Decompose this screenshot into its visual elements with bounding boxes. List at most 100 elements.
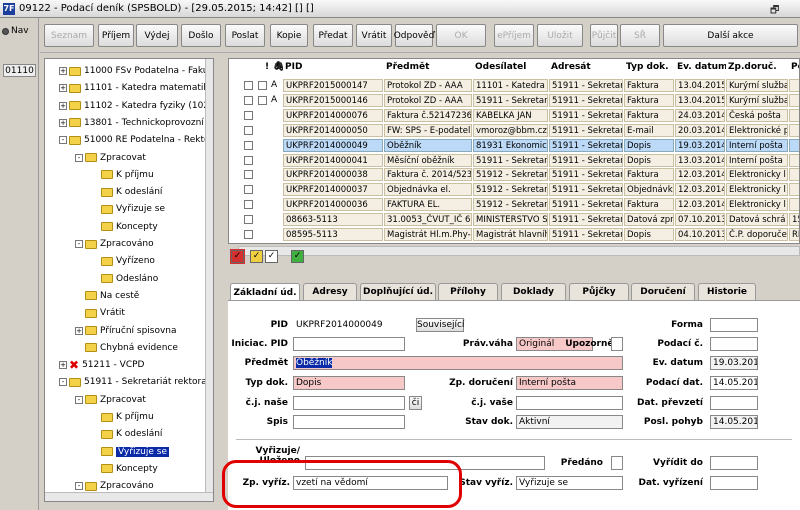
row-checkbox[interactable] [244, 200, 253, 210]
grid-header-7[interactable]: Ev. datum [675, 59, 728, 76]
tab-0[interactable]: Základní úd. [230, 283, 300, 301]
tree-node[interactable]: + Příruční spisovna [75, 324, 177, 338]
row-checkbox[interactable] [244, 95, 253, 105]
tab-1[interactable]: Adresy [303, 283, 357, 300]
vyrizuje-field[interactable] [305, 456, 545, 470]
ci-button[interactable]: či [409, 396, 422, 410]
tree-node[interactable]: Na cestě [75, 289, 139, 303]
section-tag[interactable]: 01110 [3, 64, 36, 77]
nav-radio[interactable]: Nav [2, 26, 29, 36]
row-checkbox[interactable] [244, 185, 253, 195]
upozorneni-checkbox[interactable] [611, 337, 623, 351]
expand-icon[interactable]: + [75, 326, 83, 335]
collapse-icon[interactable]: - [75, 482, 83, 491]
cjnase-field[interactable] [293, 396, 405, 410]
tree-node[interactable]: Vyřizuje se [91, 202, 165, 216]
toolbar-button-2[interactable]: Výdej [136, 24, 178, 47]
toolbar-button-13[interactable]: SŘ [620, 24, 660, 47]
table-row[interactable]: A UKPRF2015000146 Protokol ZD - AAA 51911 -… [229, 93, 799, 108]
row-checkbox[interactable] [244, 215, 253, 225]
table-row[interactable]: A UKPRF2015000147 Protokol ZD - AAA 11101 -… [229, 79, 799, 93]
toolbar-button-10[interactable]: ePříjem [494, 24, 534, 47]
grid-horizontal-scrollbar[interactable] [238, 246, 800, 256]
tree-node[interactable]: K odeslání [91, 427, 162, 441]
datprev-field[interactable] [710, 396, 758, 410]
collapse-icon[interactable]: - [59, 136, 67, 145]
table-row[interactable]: UKPRF2014000050 FW: SPS - E-podatelna vmor… [229, 123, 799, 138]
toolbar-button-12[interactable]: Půjčit [590, 24, 618, 47]
tree-node[interactable]: Vrátit [75, 306, 125, 320]
filter-box-3[interactable]: ✓ [291, 250, 304, 263]
table-row[interactable]: 08663-5113 31.0053_ČVUT_IČ 684 MINISTERSTV… [229, 213, 799, 227]
toolbar-button-7[interactable]: Vrátit [356, 24, 392, 47]
tree-node[interactable]: K odeslání [91, 185, 162, 199]
grid-header-6[interactable]: Typ dok. [624, 59, 669, 76]
tree-node[interactable]: K příjmu [91, 168, 154, 182]
tree-node[interactable]: +11000 FSv Podatelna - Fakulta s [59, 64, 213, 78]
tree-node[interactable]: +13801 - Technickoprovozní služ [59, 116, 213, 130]
tree-vertical-scrollbar[interactable] [205, 59, 213, 501]
typdok-field[interactable]: Dopis [293, 376, 405, 390]
tree-node[interactable]: Odesláno [91, 272, 158, 286]
vyriditdo-field[interactable] [710, 456, 758, 470]
collapse-icon[interactable]: - [75, 240, 83, 248]
toolbar-button-14[interactable]: Další akce [663, 24, 798, 47]
tree-node[interactable]: Chybná evidence [75, 341, 178, 355]
toolbar-button-9[interactable]: OK [436, 24, 486, 47]
filter-box-1[interactable]: ✓ [250, 250, 263, 263]
table-row[interactable]: 08595-5113Magistrát Hl.m.Phy-.MaMagistrá… [229, 228, 799, 242]
expand-icon[interactable]: + [59, 101, 67, 110]
tree-node[interactable]: +11101 - Katedra matematiky (10 [59, 81, 213, 95]
tab-6[interactable]: Doručení [631, 283, 695, 300]
filter-box-0[interactable]: ✓ [230, 249, 245, 264]
filter-box-2[interactable]: ✓ [265, 250, 278, 263]
tree-node[interactable]: Vyřízeno [91, 254, 155, 268]
grid-header-4[interactable]: Odesílatel [473, 59, 527, 76]
row-checkbox[interactable] [244, 230, 253, 239]
toolbar-button-3[interactable]: Došlo [181, 24, 221, 47]
toolbar-button-8[interactable]: Odpověď [394, 24, 434, 47]
row-checkbox[interactable] [244, 170, 253, 180]
forma-field[interactable] [710, 318, 758, 332]
row-checkbox-2[interactable] [258, 95, 267, 105]
souvisejici-button[interactable]: Související [416, 318, 464, 332]
collapse-icon[interactable]: - [75, 395, 83, 404]
tab-2[interactable]: Doplňující úd. [360, 283, 436, 300]
grid-header-3[interactable]: Předmět [384, 59, 430, 76]
toolbar-button-11[interactable]: Uložit [537, 24, 583, 47]
inic-field[interactable] [293, 337, 405, 351]
toolbar-button-5[interactable]: Kopie [270, 24, 308, 47]
tree-horizontal-scrollbar[interactable] [45, 492, 213, 501]
podacic-field[interactable] [710, 337, 758, 351]
toolbar-button-1[interactable]: Příjem [98, 24, 134, 47]
tree-node[interactable]: Koncepty [91, 462, 158, 476]
table-row[interactable]: UKPRF2014000041 Měsíční oběžník 51911 - Se… [229, 153, 799, 168]
row-checkbox[interactable] [244, 110, 253, 120]
tab-4[interactable]: Doklady [501, 283, 566, 300]
expand-icon[interactable]: + [59, 84, 67, 93]
toolbar-button-4[interactable]: Poslat [225, 24, 265, 47]
tree-node[interactable]: - 51000 RE Podatelna - Rektorát [59, 133, 213, 147]
podacidat-field[interactable]: 14.05.2014 [710, 376, 758, 390]
stavvyr-field[interactable]: Vyřizuje se [516, 476, 623, 490]
expand-icon[interactable]: + [59, 118, 67, 127]
table-row[interactable]: UKPRF2014000037 Objednávka el. 51912 - Sek… [229, 183, 799, 197]
tree-node[interactable]: + ✖ 51211 - VCPD [59, 358, 144, 372]
predano-checkbox[interactable] [611, 456, 623, 470]
predmet-field[interactable]: Oběžník [293, 356, 623, 370]
tree-node[interactable]: Vyřizuje se [91, 445, 169, 459]
tree-node[interactable]: - 51911 - Sekretariát rektora [59, 375, 207, 389]
tree-node[interactable]: - Zpracovat [75, 151, 146, 165]
grid-header-5[interactable]: Adresát [549, 59, 591, 76]
table-row[interactable]: UKPRF2014000076 Faktura č.52147236 KABELKA… [229, 108, 799, 123]
tree-node[interactable]: - Zpracováno [75, 237, 154, 251]
row-checkbox-2[interactable] [258, 81, 267, 90]
toolbar-button-0[interactable]: Seznam [44, 24, 94, 47]
collapse-icon[interactable]: - [59, 378, 67, 387]
grid-header-2[interactable]: PID [283, 59, 303, 76]
cjvase-field[interactable] [516, 396, 623, 410]
tree-node[interactable]: - Zpracovat [75, 393, 146, 407]
expand-icon[interactable]: + [59, 67, 67, 75]
zpdor-field[interactable]: Interní pošta [516, 376, 623, 390]
toolbar-button-6[interactable]: Předat [313, 24, 353, 47]
